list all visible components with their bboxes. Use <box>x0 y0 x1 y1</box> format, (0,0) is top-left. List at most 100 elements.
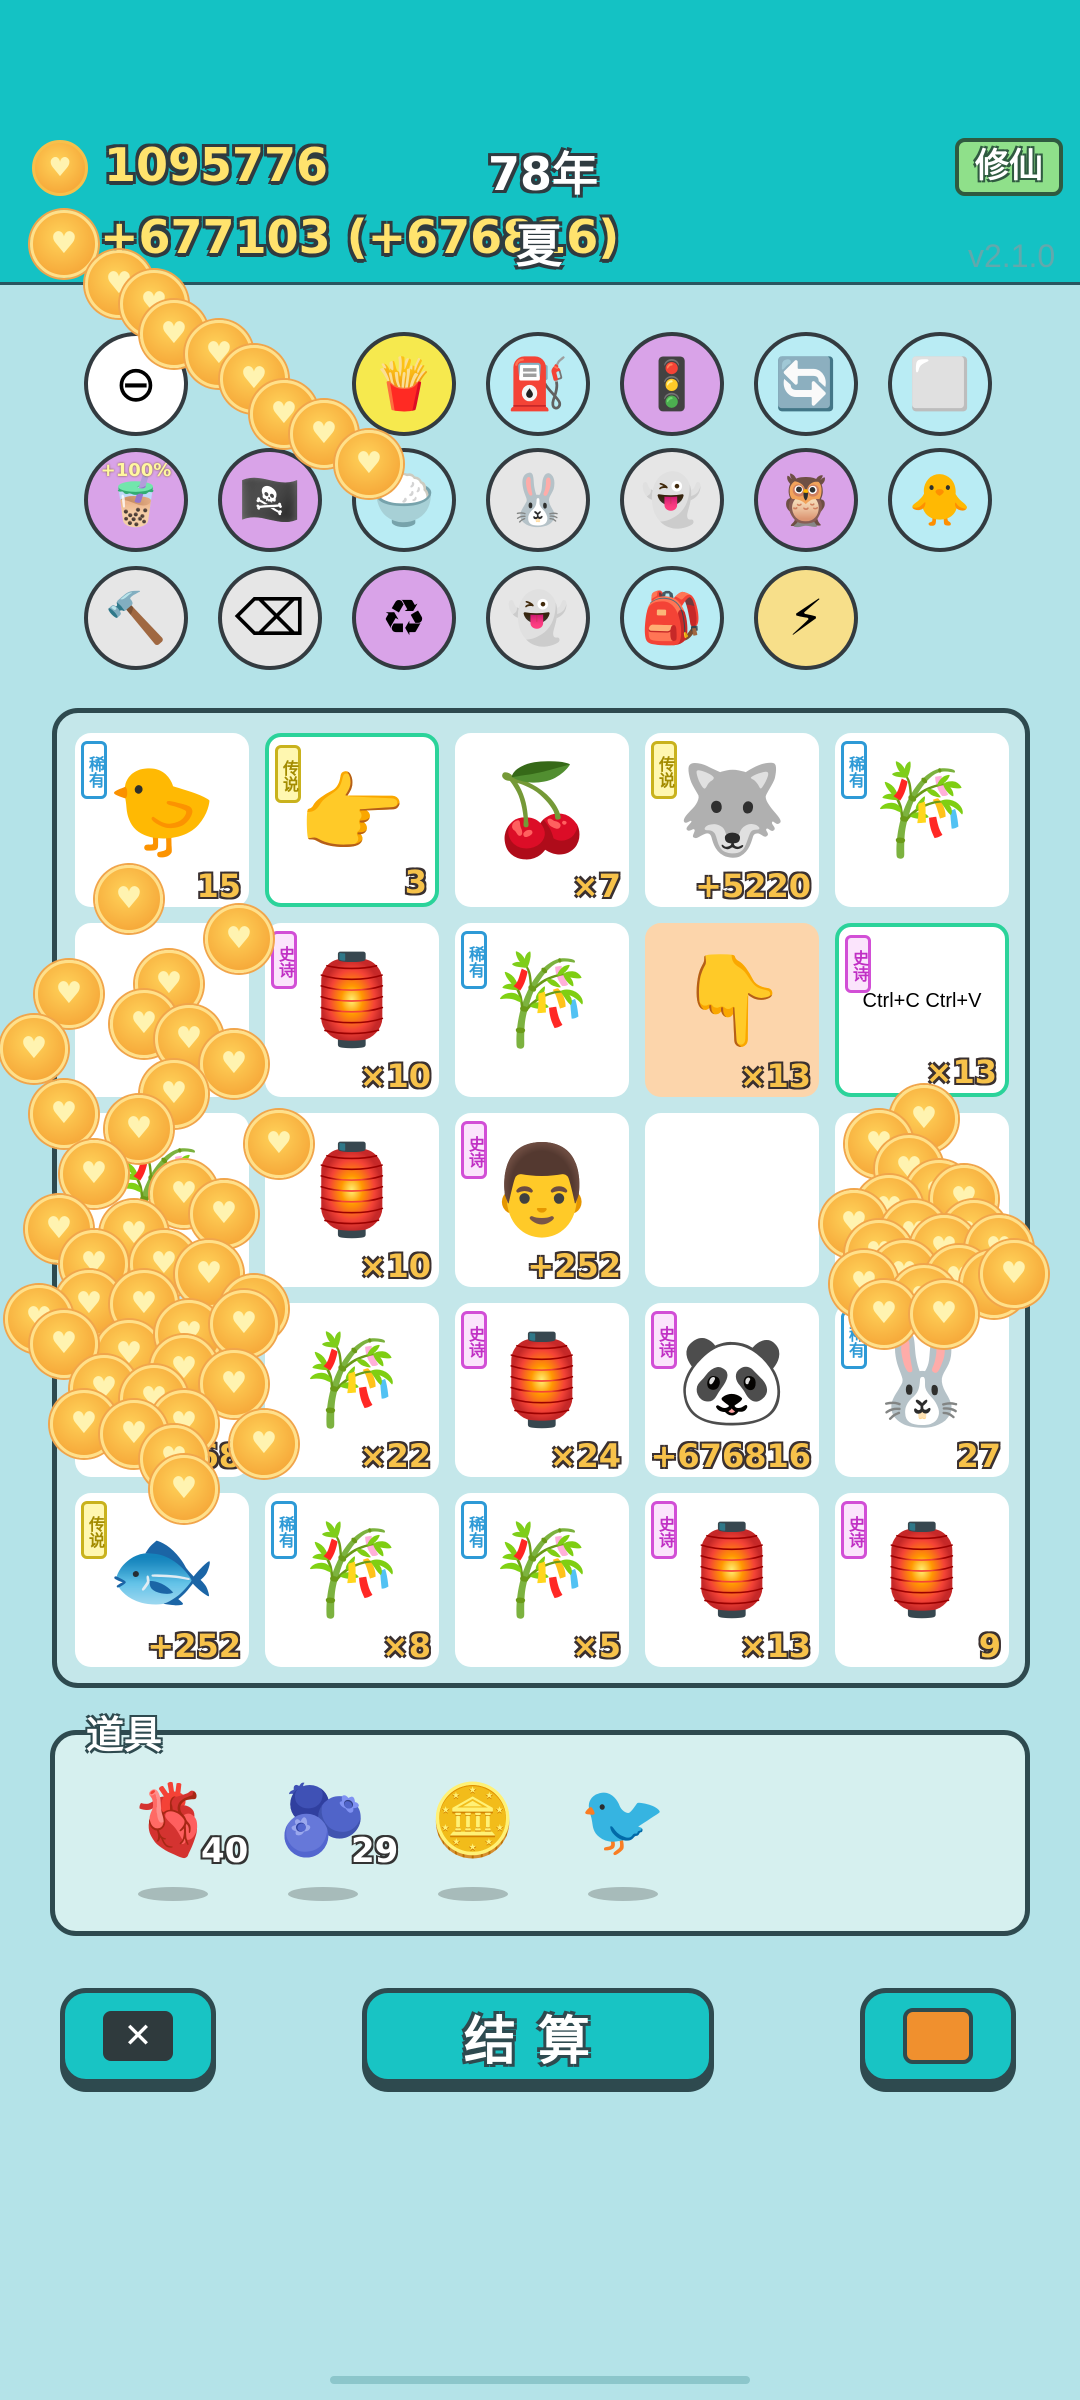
cell-item-icon: 🐺 <box>677 758 787 861</box>
grid-cell[interactable]: 传说 👉 3 <box>265 733 439 907</box>
bunny-icon: 🐰 <box>506 470 570 529</box>
grid-cell[interactable]: 史诗 🏮 ×13 <box>645 1493 819 1667</box>
ability-refresh[interactable]: 🔄 <box>754 332 858 436</box>
cell-count: 9 <box>978 1627 1001 1665</box>
ghost-icon: 👻 <box>640 470 704 529</box>
hammer-icon: 🔨 <box>104 588 168 647</box>
item-quantity: 29 <box>351 1831 399 1871</box>
white-bird-icon: 🐦 <box>579 1779 667 1861</box>
cell-count: ×13 <box>739 1057 811 1095</box>
delete-button[interactable]: ✕ <box>60 1988 216 2084</box>
rarity-tag: 史诗 <box>845 935 871 993</box>
flying-coin: ♥ <box>0 1015 68 1083</box>
cubes-icon: ⬜ <box>908 354 972 413</box>
ability-bunny[interactable]: 🐰 <box>486 448 590 552</box>
cell-count: ×10 <box>359 1247 431 1285</box>
grid-cell[interactable]: 稀有 🎋 <box>455 923 629 1097</box>
cell-count: 15 <box>196 867 241 905</box>
ability-pump[interactable]: ⛽ <box>486 332 590 436</box>
flying-coin: ♥ <box>190 1180 258 1248</box>
cell-item-icon: 🐰 <box>867 1328 977 1431</box>
ability-cubes[interactable]: ⬜ <box>888 332 992 436</box>
cell-item-icon: 🐤 <box>107 758 217 861</box>
cell-count: +252 <box>147 1627 241 1665</box>
ability-ghost-wink[interactable]: 👻 <box>486 566 590 670</box>
flying-coin: ♥ <box>95 865 163 933</box>
ability-traffic-light[interactable]: 🚦 <box>620 332 724 436</box>
coin-total: 1095776 <box>104 138 329 192</box>
cell-item-icon: 🎋 <box>297 1328 407 1431</box>
flying-coin: ♥ <box>200 1030 268 1098</box>
grid-cell[interactable]: 稀有 🎋 <box>835 733 1009 907</box>
flying-coin: ♥ <box>210 1290 278 1358</box>
cell-item-icon: 🏮 <box>677 1518 787 1621</box>
ability-hammer[interactable]: 🔨 <box>84 566 188 670</box>
item-shadow <box>288 1887 358 1901</box>
sack-icon: 🎒 <box>640 588 704 647</box>
flying-coin: ♥ <box>230 1410 298 1478</box>
items-panel: 🫀 40 🫐 29 🪙 🐦 <box>50 1730 1030 1936</box>
cell-count: 3 <box>404 863 427 901</box>
flying-coin: ♥ <box>205 905 273 973</box>
grid-cell[interactable]: 👇 ×13 <box>645 923 819 1097</box>
lightning-icon: ⚡ <box>788 589 824 647</box>
cell-count: 27 <box>956 1437 1001 1475</box>
flying-coin: ♥ <box>335 430 403 498</box>
home-indicator[interactable] <box>330 2376 750 2384</box>
cell-item-icon: 🎋 <box>297 1518 407 1621</box>
fries-icon: 🍟 <box>372 354 436 413</box>
ability-recycle[interactable]: ♻ <box>352 566 456 670</box>
grid-cell[interactable]: 传说 🐺 +5220 <box>645 733 819 907</box>
grid-cell[interactable]: 史诗 👨 +252 <box>455 1113 629 1287</box>
cell-item-icon: 🎋 <box>867 758 977 861</box>
grid-cell[interactable]: 稀有 🎋 ×8 <box>265 1493 439 1667</box>
ability-delete[interactable]: ⌫ <box>218 566 322 670</box>
cell-item-icon: 👨 <box>487 1138 597 1241</box>
grid-cell[interactable]: 稀有 🎋 ×5 <box>455 1493 629 1667</box>
item-liver[interactable]: 🫀 40 <box>123 1775 248 1901</box>
cell-count: ×10 <box>359 1057 431 1095</box>
ability-fries[interactable]: 🍟 <box>352 332 456 436</box>
ability-tea[interactable]: 🧋 +100% <box>84 448 188 552</box>
items-title: 道具 <box>86 1713 163 1757</box>
bag-button[interactable] <box>860 1988 1016 2084</box>
grid-cell[interactable]: 史诗 Ctrl+C Ctrl+V ×13 <box>835 923 1009 1097</box>
grid-cell[interactable]: 史诗 🐼 +676816 <box>645 1303 819 1477</box>
settle-button[interactable]: 结算 <box>362 1988 714 2084</box>
cell-item-icon: 🐟 <box>107 1518 217 1621</box>
cell-count: +252 <box>527 1247 621 1285</box>
ability-sack[interactable]: 🎒 <box>620 566 724 670</box>
version-label: v2.1.0 <box>968 238 1056 274</box>
item-white-bird[interactable]: 🐦 <box>573 1775 673 1901</box>
cell-item-icon: 👉 <box>297 762 407 865</box>
ability-ghost[interactable]: 👻 <box>620 448 724 552</box>
owls-icon: 🦉 <box>774 470 838 529</box>
chick-icon: 🐥 <box>908 470 972 529</box>
item-quantity: 40 <box>201 1831 249 1871</box>
cell-item-icon: 🏮 <box>487 1328 597 1431</box>
item-dollar-coin[interactable]: 🪙 <box>423 1775 523 1901</box>
ability-bonus-label: +100% <box>100 460 172 481</box>
cultivate-button[interactable]: 修仙 <box>955 138 1063 196</box>
flying-coin: ♥ <box>150 1455 218 1523</box>
cell-count: ×5 <box>571 1627 621 1665</box>
grid-cell[interactable]: 🍒 ×7 <box>455 733 629 907</box>
grid-cell[interactable] <box>645 1113 819 1287</box>
ability-owls[interactable]: 🦉 <box>754 448 858 552</box>
delete-icon: ✕ <box>103 2011 173 2061</box>
grid-cell[interactable]: 史诗 🏮 ×10 <box>265 923 439 1097</box>
dollar-coin-icon: 🪙 <box>429 1779 517 1861</box>
refresh-icon: 🔄 <box>774 354 838 413</box>
grid-cell[interactable]: 史诗 🏮 ×24 <box>455 1303 629 1477</box>
cell-item-icon: 👇 <box>677 948 787 1051</box>
cell-item-icon: 🍒 <box>487 758 597 861</box>
traffic-light-icon: 🚦 <box>640 354 704 413</box>
grid-cell[interactable]: 史诗 🏮 9 <box>835 1493 1009 1667</box>
settle-label: 结算 <box>463 2011 612 2072</box>
grid-cell[interactable]: 传说 🐟 +252 <box>75 1493 249 1667</box>
item-blueberry[interactable]: 🫐 29 <box>273 1775 398 1901</box>
ability-lightning[interactable]: ⚡ <box>754 566 858 670</box>
ability-chick[interactable]: 🐥 <box>888 448 992 552</box>
cell-item-icon: 🏮 <box>867 1518 977 1621</box>
ghost-wink-icon: 👻 <box>506 588 570 647</box>
